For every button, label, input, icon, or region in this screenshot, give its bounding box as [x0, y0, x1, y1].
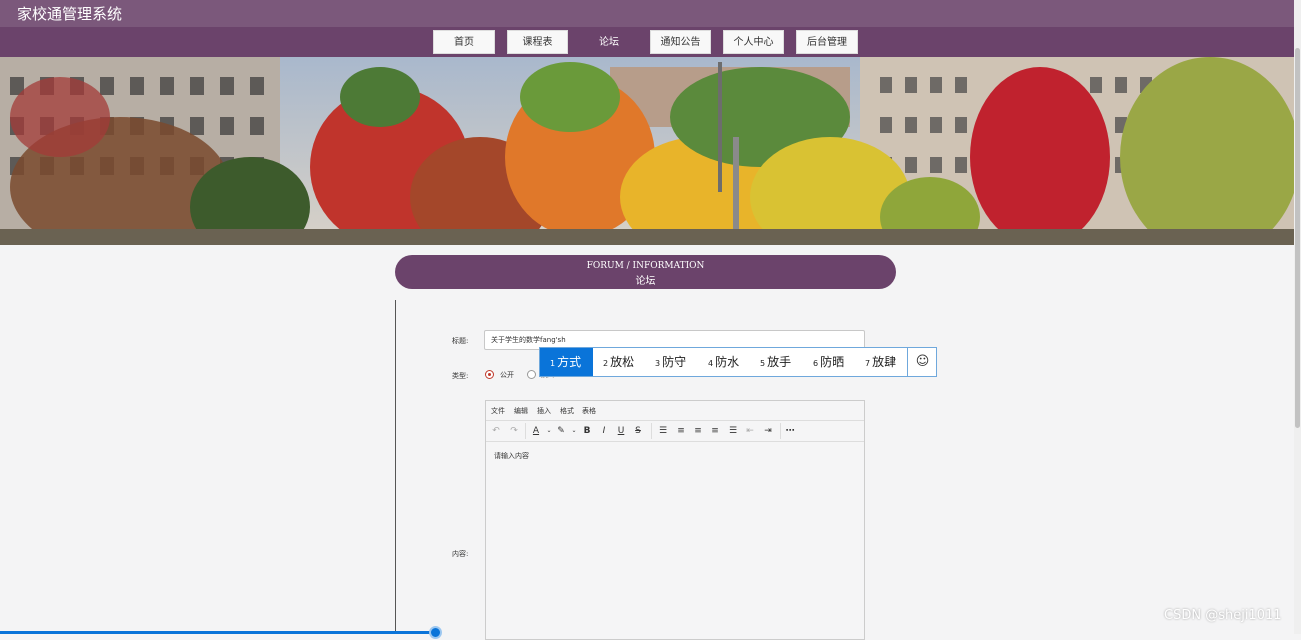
ime-candidate-number: 3 [655, 359, 661, 368]
content-label: 内容: [452, 550, 469, 558]
content-divider [395, 300, 396, 634]
indent-icon[interactable]: ⇥ [761, 424, 775, 438]
campus-banner-image [0, 57, 1294, 245]
ime-candidate-number: 1 [550, 359, 556, 368]
ime-candidate[interactable]: 1 方式 [540, 348, 593, 376]
progress-handle[interactable] [429, 626, 442, 639]
strikethrough-icon[interactable]: S [631, 424, 645, 438]
redo-icon[interactable]: ↷ [507, 424, 521, 438]
ime-candidate-number: 5 [760, 359, 766, 368]
ime-candidate-text: 防水 [715, 355, 740, 369]
toolbar-separator [651, 423, 652, 439]
type-radio-public[interactable] [485, 370, 494, 379]
ime-candidate[interactable]: 3 防守 [655, 348, 686, 376]
editor-menubar: 文件 编辑 插入 格式 表格 [486, 401, 864, 421]
ime-candidate[interactable]: 6 防晒 [813, 348, 844, 376]
banner-illustration [0, 57, 1294, 245]
app-title: 家校通管理系统 [17, 5, 123, 23]
page-scrollbar[interactable] [1294, 0, 1301, 634]
ime-candidate-text: 防守 [662, 355, 687, 369]
ime-candidate[interactable]: 5 放手 [760, 348, 791, 376]
nav-bar: 首页 课程表 论坛 通知公告 个人中心 后台管理 [0, 27, 1294, 57]
ime-candidate-number: 7 [865, 359, 871, 368]
ime-candidate-number: 4 [708, 359, 714, 368]
ime-candidate-text: 方式 [557, 355, 582, 369]
undo-icon[interactable]: ↶ [489, 424, 503, 438]
type-radio-public-label[interactable]: 公开 [500, 370, 514, 380]
ime-candidate-text: 放松 [610, 355, 635, 369]
font-color-icon[interactable]: A [529, 424, 543, 438]
emoji-icon[interactable]: ☺ [907, 348, 937, 376]
more-icon[interactable]: ⋯ [783, 424, 797, 438]
section-header: FORUM / INFORMATION 论坛 [395, 255, 896, 289]
section-title-en: FORUM / INFORMATION [586, 261, 705, 271]
align-right-icon[interactable]: ≡ [708, 424, 722, 438]
toolbar-separator [780, 423, 781, 439]
watermark: CSDN @sheji1011 [1164, 608, 1282, 623]
italic-icon[interactable]: I [597, 424, 611, 438]
underline-icon[interactable]: U [614, 424, 628, 438]
nav-schedule[interactable]: 课程表 [507, 30, 568, 54]
scrollbar-thumb[interactable] [1295, 48, 1300, 428]
align-justify-icon[interactable]: ☰ [726, 424, 740, 438]
editor-menu-edit[interactable]: 编辑 [514, 406, 528, 416]
ime-candidate[interactable]: 7 放肆 [865, 348, 896, 376]
editor-menu-table[interactable]: 表格 [582, 406, 596, 416]
nav-forum[interactable]: 论坛 [580, 30, 638, 54]
top-bar: 家校通管理系统 [0, 0, 1294, 27]
ime-candidate-text: 放肆 [872, 355, 897, 369]
editor-menu-insert[interactable]: 插入 [537, 406, 551, 416]
bold-icon[interactable]: B [580, 424, 594, 438]
align-center-icon[interactable]: ≡ [691, 424, 705, 438]
highlight-dropdown-icon[interactable]: ⌄ [567, 424, 581, 438]
align-left-icon[interactable]: ≡ [674, 424, 688, 438]
nav-profile[interactable]: 个人中心 [723, 30, 784, 54]
nav-admin[interactable]: 后台管理 [796, 30, 858, 54]
ime-candidate-text: 防晒 [820, 355, 845, 369]
list-icon[interactable]: ☰ [656, 424, 670, 438]
ime-candidate-number: 2 [603, 359, 609, 368]
editor-menu-format[interactable]: 格式 [560, 406, 574, 416]
nav-home[interactable]: 首页 [433, 30, 495, 54]
type-label: 类型: [452, 372, 469, 380]
ime-candidate[interactable]: 2 放松 [603, 348, 634, 376]
editor-content-placeholder[interactable]: 请输入内容 [494, 451, 529, 461]
highlight-icon[interactable]: ✎ [554, 424, 568, 438]
editor-toolbar: ↶ ↷ A ⌄ ✎ ⌄ B I U S ☰ ≡ ≡ ≡ ☰ ⇤ ⇥ ⋯ [486, 421, 864, 442]
ime-candidate-popup: 1 方式 2 放松 3 防守 4 防水 5 放手 6 防晒 7 放肆 ☺ [539, 347, 937, 377]
nav-notices[interactable]: 通知公告 [650, 30, 711, 54]
section-title-cn: 论坛 [635, 276, 656, 287]
toolbar-separator [525, 423, 526, 439]
outdent-icon[interactable]: ⇤ [743, 424, 757, 438]
editor-menu-file[interactable]: 文件 [491, 406, 505, 416]
ime-candidate[interactable]: 4 防水 [708, 348, 739, 376]
title-label: 标题: [452, 337, 469, 345]
type-radio-private[interactable] [527, 370, 536, 379]
ime-candidate-text: 放手 [767, 355, 792, 369]
rich-text-editor[interactable]: 文件 编辑 插入 格式 表格 ↶ ↷ A ⌄ ✎ ⌄ B I U S ☰ ≡ ≡… [485, 400, 865, 640]
ime-candidate-number: 6 [813, 359, 819, 368]
